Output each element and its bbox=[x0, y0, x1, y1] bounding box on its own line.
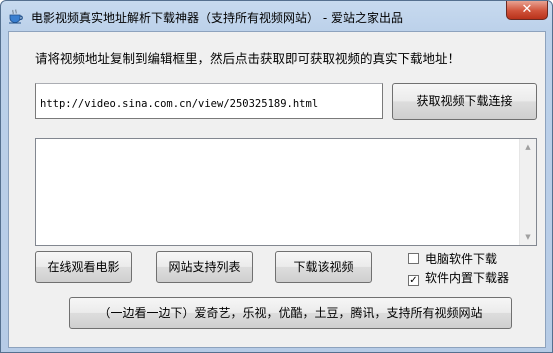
title-bar[interactable]: 电影视频真实地址解析下载神器（支持所有视频网站） - 爱站之家出品 ✕ bbox=[1, 1, 552, 31]
sites-support-label: （一边看一边下）爱奇艺，乐视，优酷，土豆，腾讯，支持所有视频网站 bbox=[98, 306, 483, 320]
checkbox-pc-software-download[interactable]: 电脑软件下载 bbox=[408, 250, 497, 267]
scroll-up-arrow-icon[interactable]: ▲ bbox=[520, 139, 536, 155]
result-textarea[interactable]: ▲ ▼ bbox=[35, 138, 537, 246]
checkbox-label: 电脑软件下载 bbox=[425, 252, 498, 266]
download-video-button[interactable]: 下载该视频 bbox=[275, 251, 372, 283]
download-video-label: 下载该视频 bbox=[293, 260, 354, 274]
site-support-list-button[interactable]: 网站支持列表 bbox=[156, 251, 253, 283]
window-title: 电影视频真实地址解析下载神器（支持所有视频网站） - 爱站之家出品 bbox=[31, 11, 403, 25]
main-panel: 请将视频地址复制到编辑框里，然后点击获取即可获取视频的真实下载地址！ http:… bbox=[8, 31, 546, 348]
scroll-down-arrow-icon[interactable]: ▼ bbox=[520, 229, 536, 245]
teacup-icon bbox=[9, 9, 23, 24]
checkbox-label: 软件内置下载器 bbox=[425, 271, 510, 285]
checkbox-box[interactable] bbox=[408, 253, 419, 264]
get-download-link-label: 获取视频下载连接 bbox=[416, 94, 513, 108]
close-icon: ✕ bbox=[521, 2, 533, 17]
checkbox-builtin-downloader[interactable]: ✓ 软件内置下载器 bbox=[408, 269, 509, 286]
instruction-text: 请将视频地址复制到编辑框里，然后点击获取即可获取视频的真实下载地址！ bbox=[35, 51, 461, 66]
get-download-link-button[interactable]: 获取视频下载连接 bbox=[392, 83, 537, 120]
site-support-list-label: 网站支持列表 bbox=[168, 260, 241, 274]
sites-support-button[interactable]: （一边看一边下）爱奇艺，乐视，优酷，土豆，腾讯，支持所有视频网站 bbox=[69, 297, 512, 329]
close-button[interactable]: ✕ bbox=[506, 1, 548, 20]
url-input[interactable]: http://video.sina.com.cn/view/250325189.… bbox=[35, 83, 383, 119]
vertical-scrollbar[interactable]: ▲ ▼ bbox=[519, 139, 536, 245]
checkmark-icon[interactable]: ✓ bbox=[408, 275, 419, 286]
app-window: 电影视频真实地址解析下载神器（支持所有视频网站） - 爱站之家出品 ✕ 请将视频… bbox=[0, 0, 553, 353]
watch-online-button[interactable]: 在线观看电影 bbox=[35, 251, 132, 283]
watch-online-label: 在线观看电影 bbox=[47, 260, 120, 274]
